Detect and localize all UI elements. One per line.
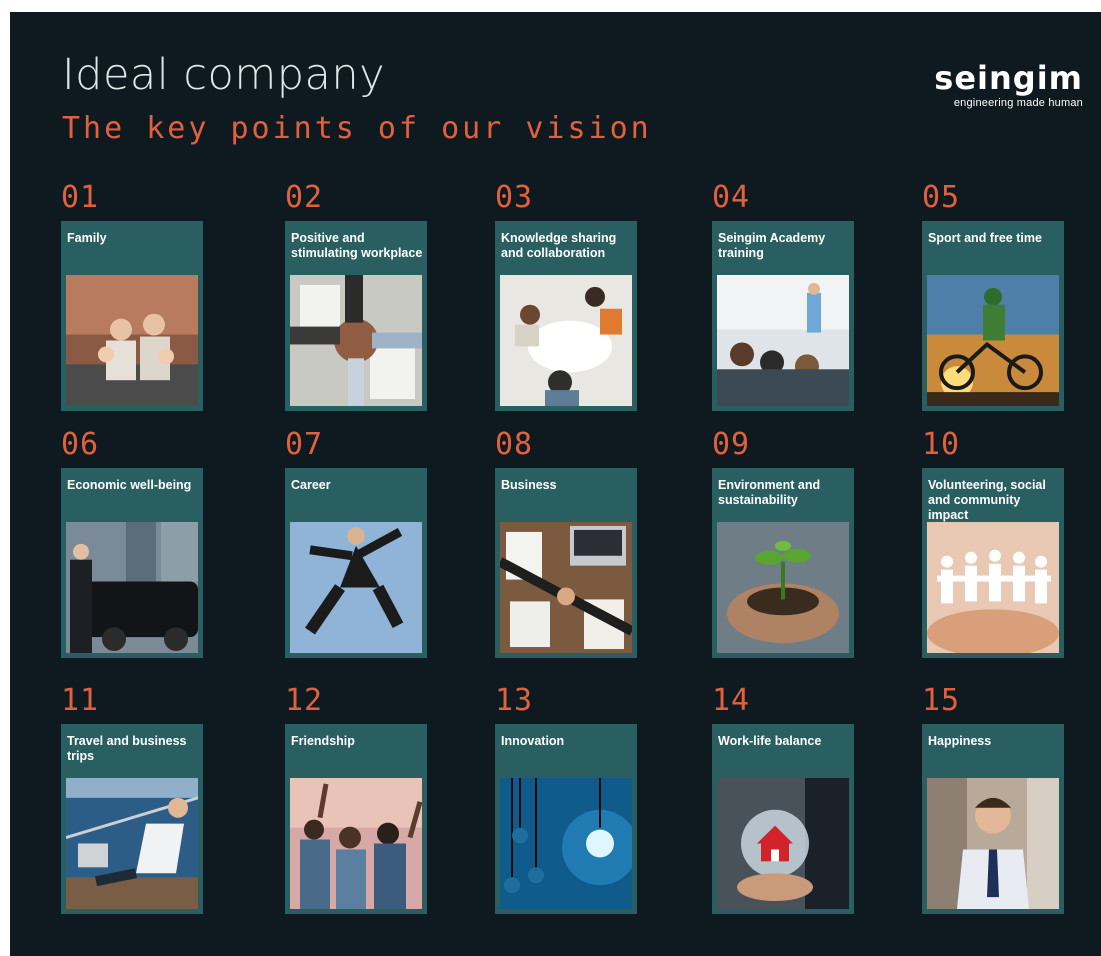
- page-subtitle: The key points of our vision: [62, 111, 652, 146]
- point-card: Volunteering, social and community impac…: [922, 468, 1064, 658]
- point-label: Environment and sustainability: [718, 478, 821, 507]
- point-label: Volunteering, social and community impac…: [928, 478, 1046, 522]
- point-label: Happiness: [928, 734, 992, 748]
- handshake-desk-photo: [500, 522, 632, 653]
- point-number: 06: [61, 427, 100, 462]
- laptop-on-deck-photo: [66, 778, 198, 909]
- point-number: 08: [495, 427, 534, 462]
- family-photo: [66, 275, 198, 406]
- point-number: 15: [922, 683, 961, 718]
- point-label: Sport and free time: [928, 231, 1042, 245]
- point-card: Environment and sustainability: [712, 468, 854, 658]
- point-number: 04: [712, 180, 751, 215]
- point-label: Knowledge sharing and collaboration: [501, 231, 617, 260]
- fist-bump-photo: [290, 275, 422, 406]
- point-number: 11: [61, 683, 100, 718]
- vision-board: Ideal company The key points of our visi…: [10, 12, 1101, 956]
- point-card: Positive and stimulating workplace: [285, 221, 427, 411]
- classroom-photo: [717, 275, 849, 406]
- point-number: 09: [712, 427, 751, 462]
- logo-tagline: engineering made human: [953, 97, 1083, 109]
- point-number: 02: [285, 180, 324, 215]
- point-label: Positive and stimulating workplace: [291, 231, 423, 260]
- paper-people-hands-photo: [927, 522, 1059, 653]
- point-card: Travel and business trips: [61, 724, 203, 914]
- point-label: Seingim Academy training: [718, 231, 826, 260]
- point-card: Family: [61, 221, 203, 411]
- point-number: 13: [495, 683, 534, 718]
- point-label: Family: [67, 231, 107, 245]
- seedling-hands-photo: [717, 522, 849, 653]
- friends-sunset-photo: [290, 778, 422, 909]
- logo-wordmark: seingim: [934, 59, 1083, 97]
- point-card: Career: [285, 468, 427, 658]
- leaping-businessman-photo: [290, 522, 422, 653]
- point-number: 10: [922, 427, 961, 462]
- point-card: Business: [495, 468, 637, 658]
- light-bulbs-photo: [500, 778, 632, 909]
- point-label: Work-life balance: [718, 734, 822, 748]
- point-card: Seingim Academy training: [712, 221, 854, 411]
- point-card: Knowledge sharing and collaboration: [495, 221, 637, 411]
- point-number: 05: [922, 180, 961, 215]
- point-number: 01: [61, 180, 100, 215]
- point-number: 14: [712, 683, 751, 718]
- meeting-table-photo: [500, 275, 632, 406]
- point-number: 12: [285, 683, 324, 718]
- house-in-globe-photo: [717, 778, 849, 909]
- point-card: Work-life balance: [712, 724, 854, 914]
- point-label: Travel and business trips: [67, 734, 187, 763]
- luxury-car-photo: [66, 522, 198, 653]
- smiling-man-photo: [927, 778, 1059, 909]
- point-card: Innovation: [495, 724, 637, 914]
- point-label: Economic well-being: [67, 478, 192, 492]
- point-card: Sport and free time: [922, 221, 1064, 411]
- point-number: 07: [285, 427, 324, 462]
- cyclist-sunset-photo: [927, 275, 1059, 406]
- point-label: Innovation: [501, 734, 565, 748]
- company-logo: seingim engineering made human: [934, 62, 1083, 109]
- point-card: Friendship: [285, 724, 427, 914]
- point-card: Happiness: [922, 724, 1064, 914]
- page-title: Ideal company: [62, 50, 386, 100]
- point-label: Friendship: [291, 734, 355, 748]
- point-label: Career: [291, 478, 331, 492]
- point-number: 03: [495, 180, 534, 215]
- point-label: Business: [501, 478, 557, 492]
- point-card: Economic well-being: [61, 468, 203, 658]
